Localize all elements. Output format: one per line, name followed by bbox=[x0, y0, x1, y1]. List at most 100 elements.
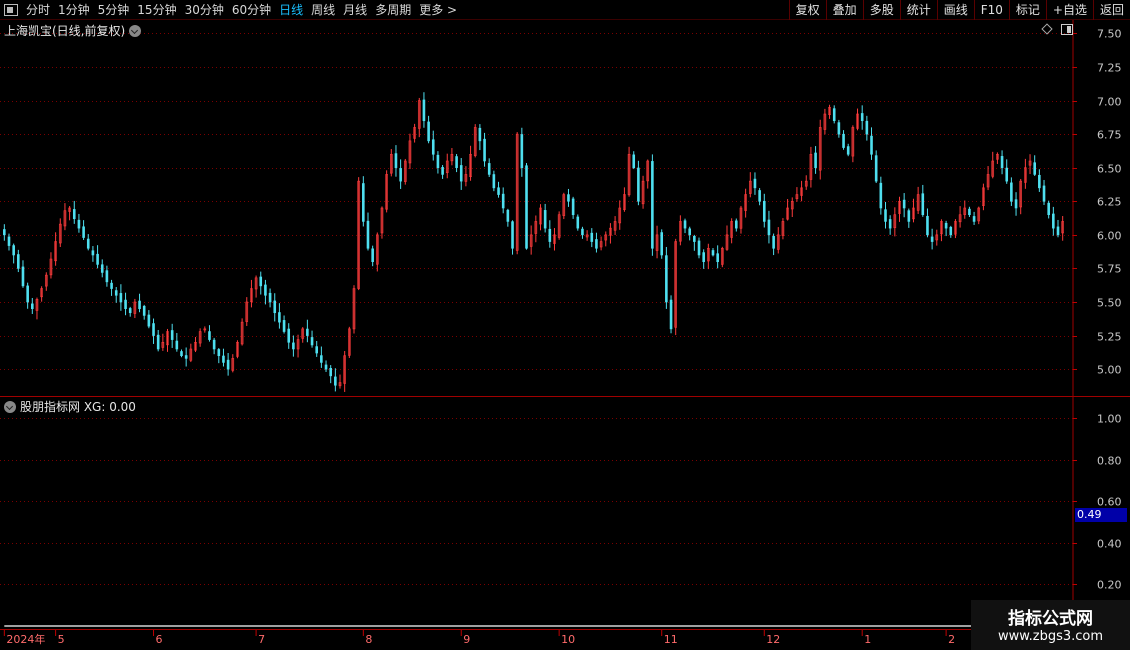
candle-body bbox=[287, 328, 291, 343]
candle-body bbox=[907, 210, 911, 222]
candle-body bbox=[1042, 185, 1046, 202]
candle-body bbox=[930, 236, 934, 242]
candle-body bbox=[72, 209, 76, 220]
candle-body bbox=[138, 300, 141, 310]
candle-body bbox=[1038, 174, 1041, 189]
candle-body bbox=[1014, 199, 1018, 209]
watermark-title: 指标公式网 bbox=[1008, 609, 1093, 629]
candle-body bbox=[259, 276, 263, 287]
candle-body bbox=[455, 156, 458, 169]
date-tick-label: 1 bbox=[864, 633, 871, 646]
indicator-tick-label: 0.60 bbox=[1097, 496, 1122, 509]
candle-body bbox=[105, 270, 109, 283]
candle-body bbox=[767, 219, 771, 236]
candle-body bbox=[874, 155, 878, 182]
candle-body bbox=[595, 239, 598, 249]
candle-body bbox=[697, 240, 701, 256]
candle-body bbox=[170, 330, 174, 340]
chart-canvas[interactable]: 7.50 7.25 7.00 6.75 6.50 6.25 6.00 5.75 5.50 5.25… bbox=[0, 0, 1130, 650]
candle-body bbox=[926, 215, 929, 236]
indicator-tick-label: 0.80 bbox=[1097, 455, 1122, 468]
candle-body bbox=[478, 127, 482, 142]
candle-body bbox=[86, 238, 90, 249]
candle-body bbox=[282, 320, 286, 332]
candlestick-series bbox=[3, 92, 1064, 392]
candle-body bbox=[119, 293, 123, 303]
candle-body bbox=[637, 167, 640, 202]
panel-toggle-icon[interactable] bbox=[1061, 24, 1073, 35]
price-tick-label: 6.50 bbox=[1097, 163, 1122, 176]
date-tick-label: 11 bbox=[664, 633, 678, 646]
candle-body bbox=[7, 236, 11, 246]
candle-body bbox=[180, 351, 183, 357]
candle-body bbox=[483, 138, 486, 162]
candle-body bbox=[315, 346, 319, 354]
price-tick-label: 5.25 bbox=[1097, 331, 1122, 344]
candle-body bbox=[278, 312, 281, 323]
axes: 7.50 7.25 7.00 6.75 6.50 6.25 6.00 5.75 5.50 5.25… bbox=[0, 20, 1130, 646]
grid-lines bbox=[0, 33, 1073, 585]
candle-body bbox=[441, 167, 444, 175]
date-tick-label: 2024年 bbox=[6, 632, 45, 646]
candle-body bbox=[632, 154, 636, 169]
candle-body bbox=[96, 253, 99, 265]
watermark-url: www.zbgs3.com bbox=[997, 629, 1104, 644]
date-tick-label: 5 bbox=[58, 633, 65, 646]
candle-body bbox=[320, 355, 323, 363]
candle-body bbox=[212, 339, 216, 350]
candle-body bbox=[683, 220, 687, 229]
candle-body bbox=[576, 216, 580, 229]
candle-body bbox=[264, 284, 267, 296]
date-tick-label: 10 bbox=[561, 633, 575, 646]
candle-body bbox=[184, 355, 188, 359]
candle-body bbox=[711, 250, 715, 256]
price-tick-label: 5.00 bbox=[1097, 364, 1122, 377]
indicator-panel-title: 股朋指标网 XG: 0.00 bbox=[20, 400, 136, 414]
candle-body bbox=[1047, 202, 1050, 216]
candle-body bbox=[1010, 182, 1013, 202]
candle-body bbox=[12, 245, 15, 256]
watermark-logo: 指标公式网 www.zbgs3.com bbox=[971, 600, 1130, 650]
candle-body bbox=[902, 199, 906, 209]
candle-body bbox=[702, 252, 705, 263]
candle-body bbox=[17, 254, 20, 269]
chevron-down-icon[interactable] bbox=[4, 400, 16, 413]
candle-body bbox=[292, 342, 295, 350]
candle-body bbox=[693, 235, 696, 242]
candle-body bbox=[362, 183, 365, 222]
candle-body bbox=[501, 193, 505, 209]
price-panel-title: 上海凯宝(日线,前复权) bbox=[4, 24, 126, 38]
candle-body bbox=[1033, 162, 1036, 175]
candle-body bbox=[114, 290, 118, 296]
candle-body bbox=[511, 221, 514, 249]
price-tick-label: 5.50 bbox=[1097, 297, 1122, 310]
indicator-tick-label: 0.20 bbox=[1097, 579, 1122, 592]
candle-body bbox=[77, 219, 81, 229]
candle-body bbox=[334, 376, 337, 386]
candle-body bbox=[972, 216, 976, 222]
candle-body bbox=[273, 300, 277, 314]
chevron-down-icon[interactable] bbox=[129, 24, 142, 37]
candle-body bbox=[762, 200, 766, 222]
candle-body bbox=[208, 331, 211, 340]
candle-body bbox=[870, 135, 873, 155]
indicator-tick-label: 0.40 bbox=[1097, 538, 1122, 551]
candle-body bbox=[968, 208, 971, 216]
candle-body bbox=[21, 266, 25, 287]
current-value-badge: 0.49 bbox=[1075, 508, 1127, 522]
date-tick-label: 12 bbox=[766, 633, 780, 646]
candle-body bbox=[110, 282, 113, 289]
price-panel-header: 上海凯宝(日线,前复权) bbox=[4, 22, 142, 39]
candle-body bbox=[427, 121, 430, 142]
candle-body bbox=[310, 337, 314, 346]
candle-body bbox=[669, 299, 673, 330]
candle-body bbox=[152, 323, 155, 336]
candle-body bbox=[31, 303, 34, 310]
candle-body bbox=[324, 364, 328, 370]
candle-body bbox=[688, 228, 691, 236]
date-tick-label: 2 bbox=[948, 633, 955, 646]
candle-body bbox=[520, 134, 524, 169]
candle-body bbox=[716, 253, 719, 263]
candle-body bbox=[156, 334, 160, 350]
price-tick-label: 6.75 bbox=[1097, 129, 1122, 142]
